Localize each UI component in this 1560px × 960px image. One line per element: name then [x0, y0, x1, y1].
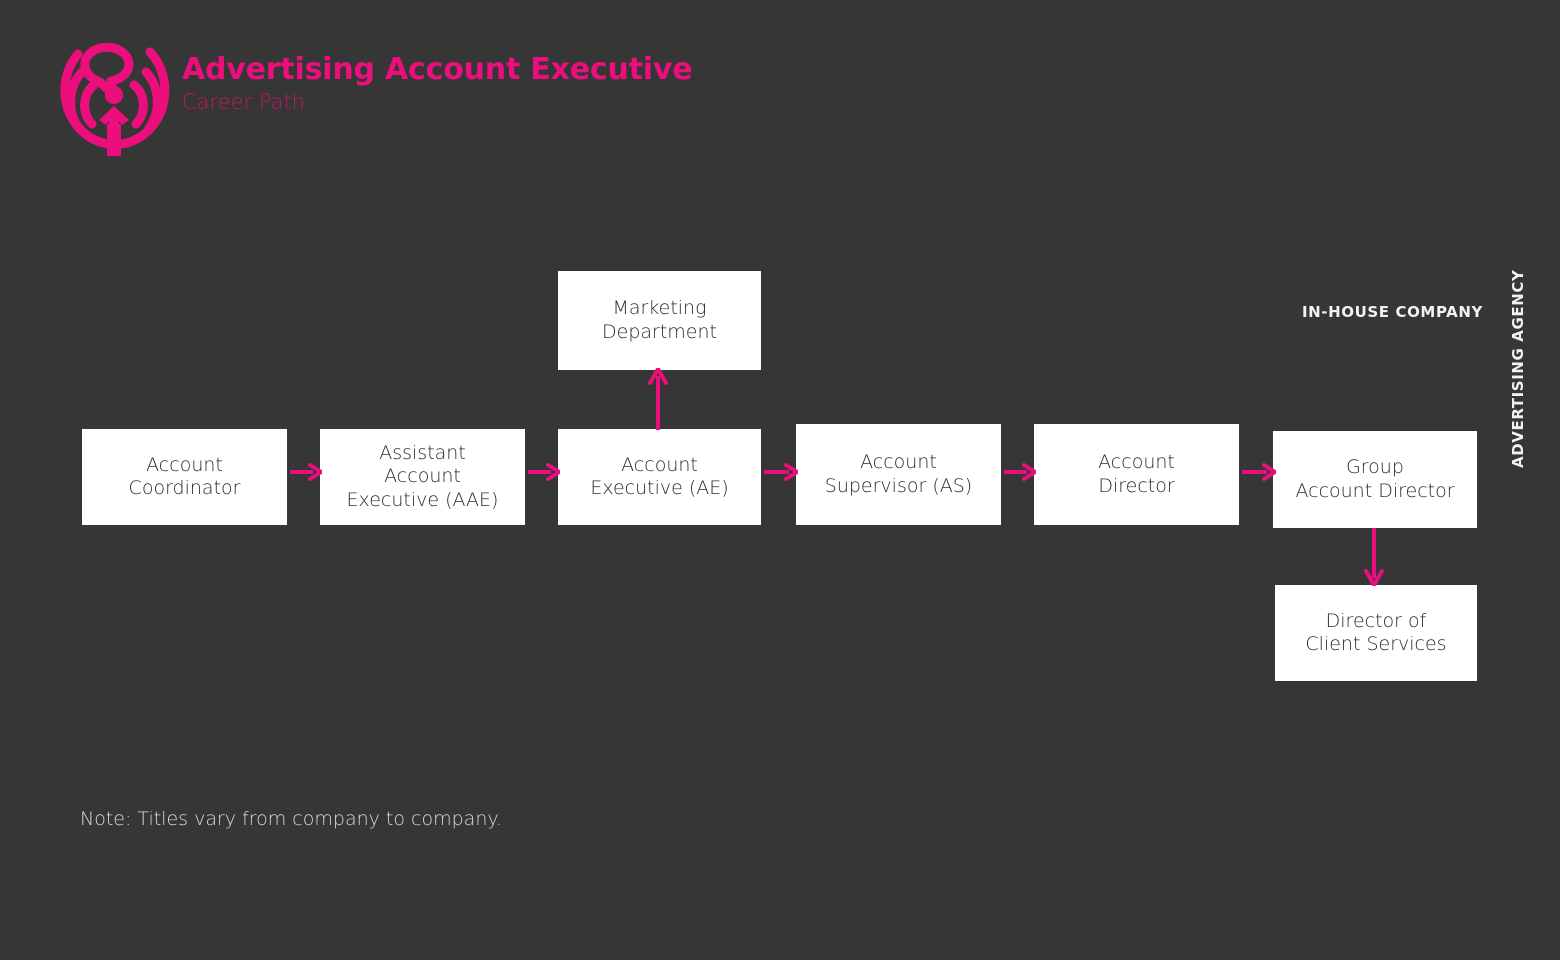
node-account-coordinator[interactable]: Account Coordinator	[82, 429, 287, 525]
node-account-director[interactable]: Account Director	[1034, 424, 1239, 525]
arrow-right-assistant-ae-to-account-executive	[528, 462, 560, 482]
arrow-right-account-director-to-group-account-director	[1242, 462, 1276, 482]
node-account-supervisor[interactable]: Account Supervisor (AS)	[796, 424, 1001, 525]
node-group-account-director[interactable]: Group Account Director	[1273, 431, 1477, 528]
label-advertising-agency: ADVERTISING AGENCY	[1509, 269, 1527, 468]
node-marketing-department[interactable]: Marketing Department	[558, 271, 761, 370]
node-assistant-account-executive[interactable]: Assistant Account Executive (AAE)	[320, 429, 525, 525]
arrow-right-account-supervisor-to-account-director	[1004, 462, 1036, 482]
footnote-note: Note: Titles vary from company to compan…	[80, 808, 502, 830]
node-director-of-client-services[interactable]: Director of Client Services	[1275, 585, 1477, 681]
arrow-down-group-account-director-to-director-of-client-services	[1362, 528, 1386, 586]
label-in-house-company: IN-HOUSE COMPANY	[1301, 303, 1483, 321]
arrow-up-account-executive-to-marketing-department	[646, 368, 670, 430]
arrow-right-account-executive-to-account-supervisor	[764, 462, 798, 482]
arrow-right-account-coordinator-to-assistant-ae	[290, 462, 322, 482]
node-account-executive[interactable]: Account Executive (AE)	[558, 429, 761, 525]
